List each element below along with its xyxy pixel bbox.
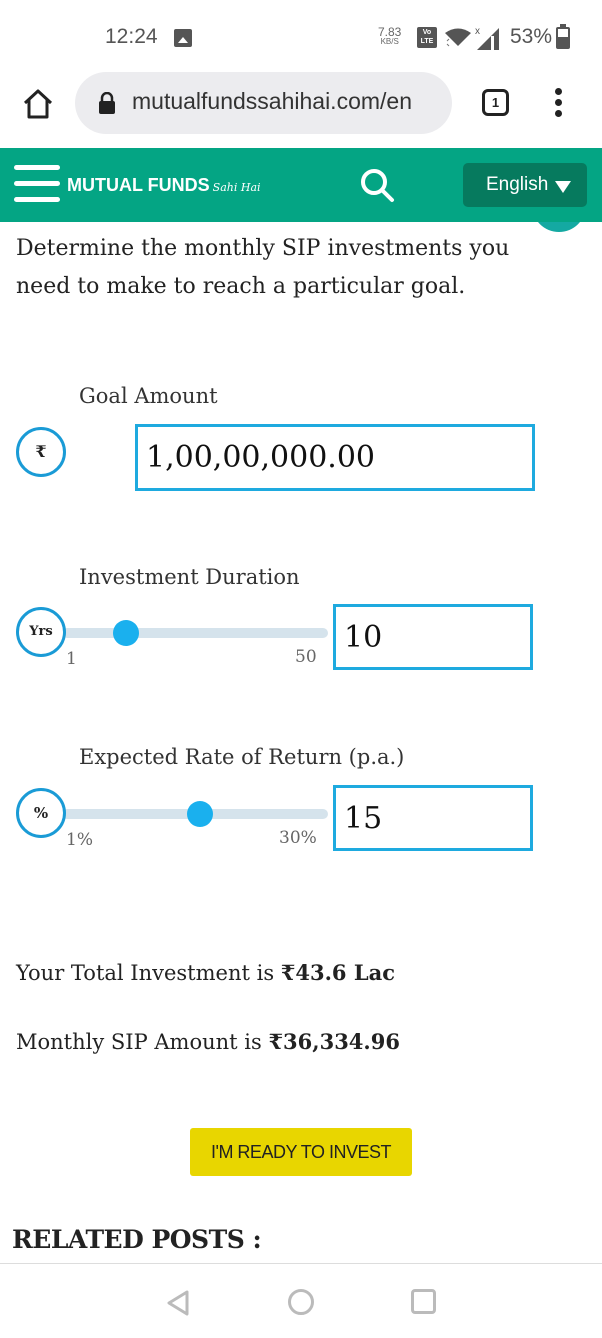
lock-icon [99, 92, 115, 114]
logo-main-text: MUTUAL FUNDS [67, 175, 210, 195]
url-bar[interactable]: mutualfundssahihai.com/en [75, 72, 452, 134]
svg-text:x: x [475, 26, 480, 37]
monthly-sip-value: ₹36,334.96 [268, 1029, 400, 1054]
logo-script-text: Sahi Hai [212, 181, 261, 194]
monthly-sip-prefix: Monthly SIP Amount is [16, 1030, 269, 1054]
home-circle-icon[interactable] [288, 1289, 314, 1315]
duration-slider-track[interactable] [62, 628, 328, 638]
volte-icon: Vo LTE [417, 27, 437, 48]
calculator-intro: Determine the monthly SIP investments yo… [16, 236, 510, 299]
battery-icon [556, 24, 570, 49]
battery-percent: 53% [510, 25, 553, 48]
url-text[interactable]: mutualfundssahihai.com/en [132, 88, 444, 115]
total-investment-result: Your Total Investment is ₹43.6 Lac [16, 960, 395, 985]
return-rate-min-label: 1% [66, 830, 93, 850]
investment-duration-label: Investment Duration [79, 565, 300, 589]
dropdown-arrow-icon [555, 181, 571, 193]
duration-slider-thumb[interactable] [113, 620, 140, 646]
overflow-menu-icon[interactable] [550, 88, 566, 118]
system-nav-bar [0, 1263, 602, 1338]
rupee-icon: ₹ [16, 427, 66, 477]
status-bar: 12:24 7.83 KB/S Vo LTE x 53% [0, 0, 602, 72]
signal-icon: x [475, 26, 499, 50]
years-icon: Yrs [16, 607, 66, 657]
return-rate-slider-thumb[interactable] [187, 801, 214, 827]
site-header: MUTUAL FUNDS Sahi Hai English [0, 148, 602, 222]
goal-amount-label: Goal Amount [79, 384, 218, 408]
recents-icon[interactable] [411, 1289, 436, 1314]
network-speed: 7.83 KB/S [378, 26, 401, 46]
total-investment-prefix: Your Total Investment is [16, 961, 281, 985]
duration-min-label: 1 [66, 649, 77, 669]
percent-icon: % [16, 788, 66, 838]
monthly-sip-result: Monthly SIP Amount is ₹36,334.96 [16, 1029, 400, 1054]
site-logo[interactable]: MUTUAL FUNDS Sahi Hai [67, 175, 261, 196]
wifi-icon [445, 28, 471, 47]
related-posts-heading: RELATED POSTS : [12, 1225, 262, 1254]
status-time: 12:24 [105, 25, 158, 48]
gallery-icon [174, 29, 192, 47]
network-speed-unit: KB/S [380, 37, 399, 46]
return-rate-slider[interactable] [62, 801, 328, 827]
total-investment-value: ₹43.6 Lac [280, 960, 396, 985]
search-icon[interactable] [358, 166, 396, 204]
language-selector[interactable]: English [463, 163, 587, 207]
tabs-button[interactable]: 1 [482, 89, 509, 116]
ready-to-invest-button[interactable]: I'M READY TO INVEST [190, 1128, 412, 1176]
expected-return-label: Expected Rate of Return (p.a.) [79, 745, 405, 769]
return-rate-input[interactable] [333, 785, 533, 851]
duration-max-label: 50 [295, 647, 317, 667]
hamburger-icon[interactable] [14, 165, 60, 203]
return-rate-max-label: 30% [279, 828, 317, 848]
browser-toolbar: mutualfundssahihai.com/en 1 [0, 72, 602, 148]
home-icon[interactable] [20, 86, 56, 122]
duration-slider[interactable] [62, 620, 328, 646]
language-label: English [486, 174, 549, 195]
back-icon[interactable] [165, 1289, 193, 1317]
duration-input[interactable] [333, 604, 533, 670]
goal-amount-input[interactable] [135, 424, 535, 491]
